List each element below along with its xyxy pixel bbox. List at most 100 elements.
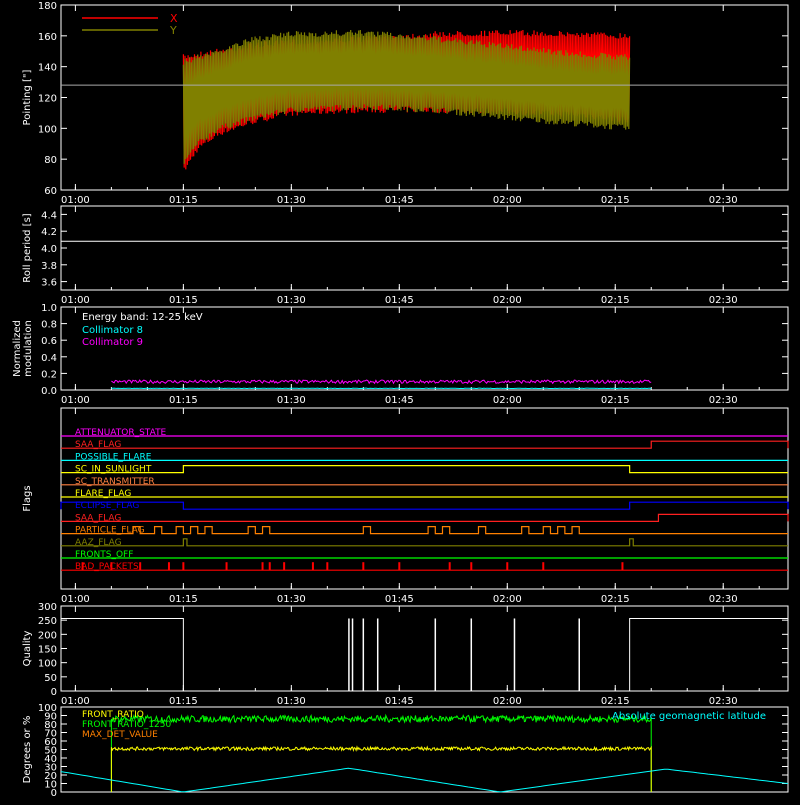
modulation-line	[111, 380, 651, 383]
x-tick-label: 02:15	[601, 594, 630, 605]
flag-line-aaz_flag	[61, 539, 788, 546]
flag-label: SC_TRANSMITTER	[75, 477, 155, 487]
y-tick-label: 140	[38, 63, 57, 74]
x-tick-label: 02:00	[493, 696, 522, 707]
x-tick-label: 01:30	[277, 594, 306, 605]
x-tick-label: 02:30	[709, 395, 738, 406]
x-tick-label: 02:15	[601, 395, 630, 406]
x-tick-label: 01:15	[169, 195, 198, 206]
y-tick-label: 0.6	[41, 336, 57, 347]
x-tick-label: 02:30	[709, 195, 738, 206]
x-tick-label: 01:45	[385, 594, 414, 605]
y-tick-label: 1.0	[41, 303, 57, 314]
flag-label: PARTICLE_FLAG	[75, 526, 145, 536]
x-tick-label: 01:45	[385, 295, 414, 306]
y-tick-label: 100	[38, 659, 57, 670]
y-tick-label: 0.2	[41, 369, 57, 380]
panel-frame-1	[61, 206, 788, 290]
x-tick-label: 01:00	[61, 696, 90, 707]
flag-line-sc_in_sunlight	[61, 466, 788, 473]
legend-label: MAX_DET_VALUE	[82, 730, 158, 740]
legend-label: FRONT_RATIO_1250	[82, 720, 172, 730]
flag-label: FLARE_FLAG	[75, 489, 131, 499]
x-tick-label: 01:00	[61, 195, 90, 206]
y-tick-label: 150	[38, 645, 57, 656]
x-tick-label: 01:30	[277, 696, 306, 707]
y-axis-label: Normalized	[12, 320, 23, 377]
y-tick-label: 0.0	[41, 386, 57, 397]
y-axis-label: Pointing ["]	[22, 69, 33, 125]
x-tick-label: 01:00	[61, 594, 90, 605]
y-tick-label: 250	[38, 616, 57, 627]
flag-line-saa_flag	[61, 514, 788, 521]
x-tick-label: 01:00	[61, 295, 90, 306]
y-tick-label: 180	[38, 1, 57, 12]
x-tick-label: 02:00	[493, 395, 522, 406]
y-tick-label: 4.4	[41, 210, 57, 221]
x-tick-label: 01:45	[385, 696, 414, 707]
series-line	[111, 716, 651, 793]
x-tick-label: 01:15	[169, 594, 198, 605]
y-tick-label: 200	[38, 630, 57, 641]
x-tick-label: 02:15	[601, 295, 630, 306]
x-tick-label: 01:15	[169, 295, 198, 306]
x-tick-label: 01:30	[277, 295, 306, 306]
legend-label-y: Y	[169, 24, 177, 37]
geomagnetic-latitude-line	[61, 768, 788, 792]
flag-label: SAA_FLAG	[75, 513, 121, 523]
y-tick-label: 80	[44, 155, 57, 166]
x-tick-label: 02:00	[493, 195, 522, 206]
y-tick-label: 0.4	[41, 353, 57, 364]
energy-band-annotation: Energy band: 12-25 keV	[82, 312, 203, 323]
x-tick-label: 02:00	[493, 594, 522, 605]
x-tick-label: 01:45	[385, 195, 414, 206]
x-tick-label: 02:30	[709, 696, 738, 707]
y-axis-label: modulation	[23, 320, 34, 377]
y-tick-label: 160	[38, 32, 57, 43]
y-axis-label: Roll period [s]	[22, 213, 33, 282]
x-tick-label: 01:45	[385, 395, 414, 406]
y-axis-label: Degrees or %	[22, 716, 33, 784]
flag-line-particle_flag	[61, 527, 788, 534]
quality-segment	[630, 618, 788, 691]
x-tick-label: 02:00	[493, 295, 522, 306]
y-tick-label: 60	[44, 186, 57, 197]
flag-label: POSSIBLE_FLARE	[75, 452, 152, 462]
flag-label: BAD_PACKETS	[75, 562, 139, 572]
flag-label: SAA_FLAG	[75, 440, 121, 450]
legend-label-collimator: Collimator 9	[82, 337, 143, 348]
legend-label-collimator: Collimator 8	[82, 325, 143, 336]
x-tick-label: 01:15	[169, 395, 198, 406]
flag-label: FRONTS_OFF	[75, 550, 133, 560]
y-tick-label: 3.6	[41, 278, 57, 289]
y-axis-label: Quality	[22, 631, 33, 667]
flag-line-saa_flag	[61, 441, 788, 448]
y-tick-label: 100	[38, 124, 57, 135]
y-tick-label: 4.0	[41, 244, 57, 255]
panel-frame-3	[61, 408, 788, 589]
x-tick-label: 01:00	[61, 395, 90, 406]
x-tick-label: 02:30	[709, 295, 738, 306]
y-tick-label: 3.8	[41, 261, 57, 272]
legend-label: FRONT_RATIO	[82, 710, 144, 720]
flag-label: SC_IN_SUNLIGHT	[75, 465, 152, 475]
flag-line-eclipse_flag	[61, 502, 788, 509]
x-tick-label: 01:15	[169, 696, 198, 707]
x-tick-label: 02:30	[709, 594, 738, 605]
legend-label-geomagnetic: Absolute geomagnetic latitude	[612, 711, 766, 722]
flag-label: ATTENUATOR_STATE	[75, 428, 167, 438]
y-tick-label: 100	[38, 703, 57, 714]
flag-label: AAZ_FLAG	[75, 538, 122, 548]
quality-segment	[61, 618, 183, 691]
y-tick-label: 300	[38, 602, 57, 613]
x-tick-label: 02:15	[601, 696, 630, 707]
chart-svg: 01:00 01:15 01:30 01:45 02:00 02:15 02:30 60 80 1…	[0, 0, 800, 800]
y-axis-label: Flags	[22, 485, 33, 511]
y-tick-label: 4.2	[41, 227, 57, 238]
x-tick-label: 02:15	[601, 195, 630, 206]
series-line	[111, 747, 651, 792]
x-tick-label: 01:30	[277, 395, 306, 406]
plot-stage: 01:00 01:15 01:30 01:45 02:00 02:15 02:30 60 80 1…	[0, 0, 800, 800]
y-tick-label: 120	[38, 94, 57, 105]
x-tick-label: 01:30	[277, 195, 306, 206]
